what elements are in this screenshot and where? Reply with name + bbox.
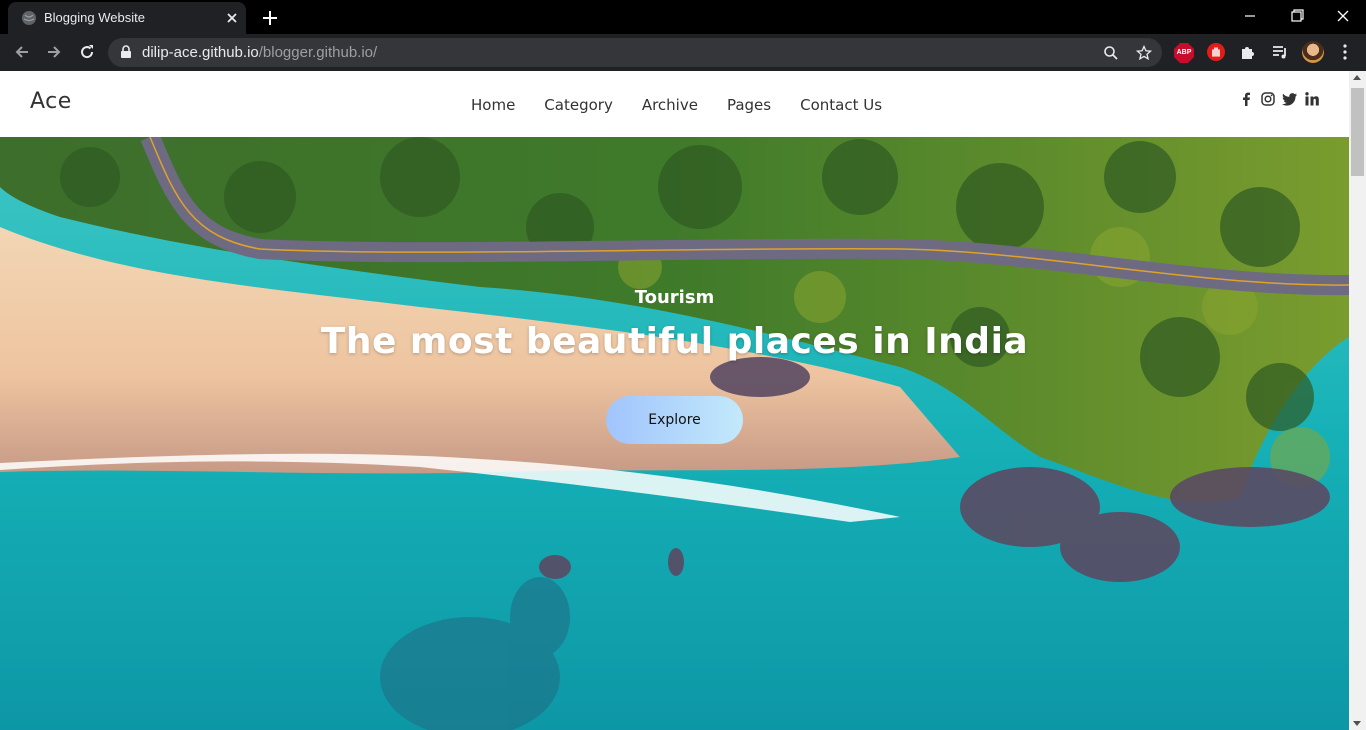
more-menu-icon[interactable] (1335, 42, 1355, 62)
address-bar[interactable]: dilip-ace.github.io/blogger.github.io/ (108, 38, 1162, 67)
bookmark-star-icon[interactable] (1136, 45, 1152, 61)
page-scrollbar[interactable] (1349, 71, 1366, 730)
site-logo[interactable]: Ace (30, 89, 72, 114)
new-tab-icon[interactable] (260, 8, 280, 28)
nav-contact-us[interactable]: Contact Us (800, 96, 882, 114)
extensions-puzzle-icon[interactable] (1238, 42, 1258, 62)
lock-icon[interactable] (119, 45, 133, 59)
url-text[interactable]: dilip-ace.github.io/blogger.github.io/ (142, 44, 377, 61)
close-tab-icon[interactable] (224, 10, 240, 26)
facebook-icon[interactable] (1238, 91, 1254, 107)
site-header: Ace Home Category Archive Pages Contact … (0, 71, 1349, 137)
page-viewport: Ace Home Category Archive Pages Contact … (0, 71, 1366, 730)
tab-title: Blogging Website (44, 10, 145, 25)
close-window-icon[interactable] (1333, 6, 1353, 26)
browser-tab[interactable]: Blogging Website (8, 2, 246, 34)
back-icon[interactable] (12, 42, 32, 62)
url-host: dilip-ace.github.io (142, 44, 259, 61)
social-links (1238, 91, 1326, 107)
instagram-icon[interactable] (1260, 91, 1276, 107)
hero-section: Tourism The most beautiful places in Ind… (0, 137, 1349, 730)
media-playlist-icon[interactable] (1270, 42, 1290, 62)
scroll-up-icon[interactable] (1353, 75, 1361, 80)
restore-icon[interactable] (1287, 6, 1307, 26)
hero-title: The most beautiful places in India (320, 321, 1029, 362)
nav-category[interactable]: Category (544, 96, 613, 114)
scrollbar-thumb[interactable] (1351, 88, 1364, 176)
browser-titlebar: Blogging Website (0, 0, 1366, 34)
nav-pages[interactable]: Pages (727, 96, 771, 114)
adblock-extension-icon[interactable]: ABP (1174, 43, 1194, 63)
forward-icon[interactable] (44, 42, 64, 62)
globe-icon (22, 11, 36, 25)
twitter-icon[interactable] (1282, 91, 1298, 107)
profile-avatar[interactable] (1302, 41, 1324, 63)
linkedin-icon[interactable] (1304, 91, 1320, 107)
minimize-icon[interactable] (1240, 6, 1260, 26)
hero-category-label: Tourism (634, 287, 715, 308)
stop-hand-extension-icon[interactable] (1206, 42, 1226, 62)
zoom-icon[interactable] (1103, 45, 1119, 61)
scroll-down-icon[interactable] (1353, 721, 1361, 726)
nav-archive[interactable]: Archive (642, 96, 698, 114)
browser-toolbar: dilip-ace.github.io/blogger.github.io/ (0, 34, 1366, 71)
explore-button[interactable]: Explore (606, 396, 743, 444)
reload-icon[interactable] (77, 42, 97, 62)
main-nav: Home Category Archive Pages Contact Us (471, 96, 882, 114)
url-path: /blogger.github.io/ (258, 44, 378, 61)
nav-home[interactable]: Home (471, 96, 515, 114)
